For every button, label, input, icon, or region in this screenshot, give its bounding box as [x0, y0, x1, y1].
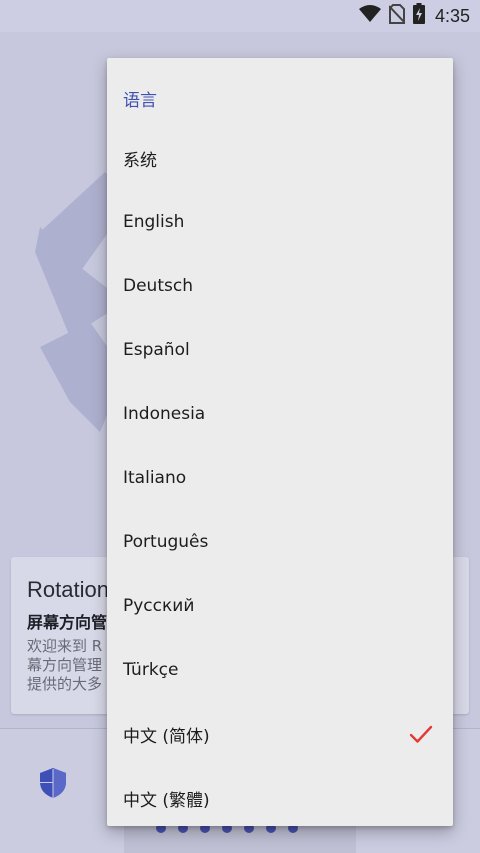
language-option-system[interactable]: 系统	[107, 126, 453, 190]
menu-header-language: 语言	[123, 90, 157, 111]
language-option-label: Español	[123, 340, 190, 360]
language-option-label: Deutsch	[123, 276, 193, 296]
status-icons: 4:35	[358, 3, 470, 29]
language-option-chinese-simplified[interactable]: 中文 (简体)	[107, 702, 453, 766]
language-option-label: English	[123, 212, 185, 232]
language-option-portugues[interactable]: Português	[107, 510, 453, 574]
language-option-turkce[interactable]: Türkçe	[107, 638, 453, 702]
language-dropdown-menu: 语言 系统 English Deutsch Español Indonesia …	[107, 58, 453, 826]
status-bar: 4:35	[0, 0, 480, 32]
language-option-label: Русский	[123, 596, 195, 616]
language-option-label: Indonesia	[123, 404, 206, 424]
language-option-espanol[interactable]: Español	[107, 318, 453, 382]
language-option-label: 中文 (繁體)	[123, 790, 210, 811]
card-subtitle: 屏幕方向管	[27, 613, 108, 632]
checkmark-icon	[409, 725, 433, 743]
language-option-label: Türkçe	[123, 660, 179, 680]
language-option-label: 系统	[123, 150, 157, 171]
language-option-label: Português	[123, 532, 209, 552]
shield-icon[interactable]	[36, 763, 70, 803]
no-sim-icon	[388, 3, 406, 29]
language-option-chinese-traditional[interactable]: 中文 (繁體)	[107, 766, 453, 826]
card-title: Rotation	[27, 577, 109, 602]
wifi-icon	[358, 4, 381, 28]
language-option-russian[interactable]: Русский	[107, 574, 453, 638]
language-option-indonesia[interactable]: Indonesia	[107, 382, 453, 446]
language-option-english[interactable]: English	[107, 190, 453, 254]
language-option-label: Italiano	[123, 468, 187, 488]
language-option-deutsch[interactable]: Deutsch	[107, 254, 453, 318]
battery-charging-icon	[412, 3, 425, 29]
language-option-italiano[interactable]: Italiano	[107, 446, 453, 510]
status-time: 4:35	[434, 5, 470, 26]
language-option-label: 中文 (简体)	[123, 726, 210, 747]
